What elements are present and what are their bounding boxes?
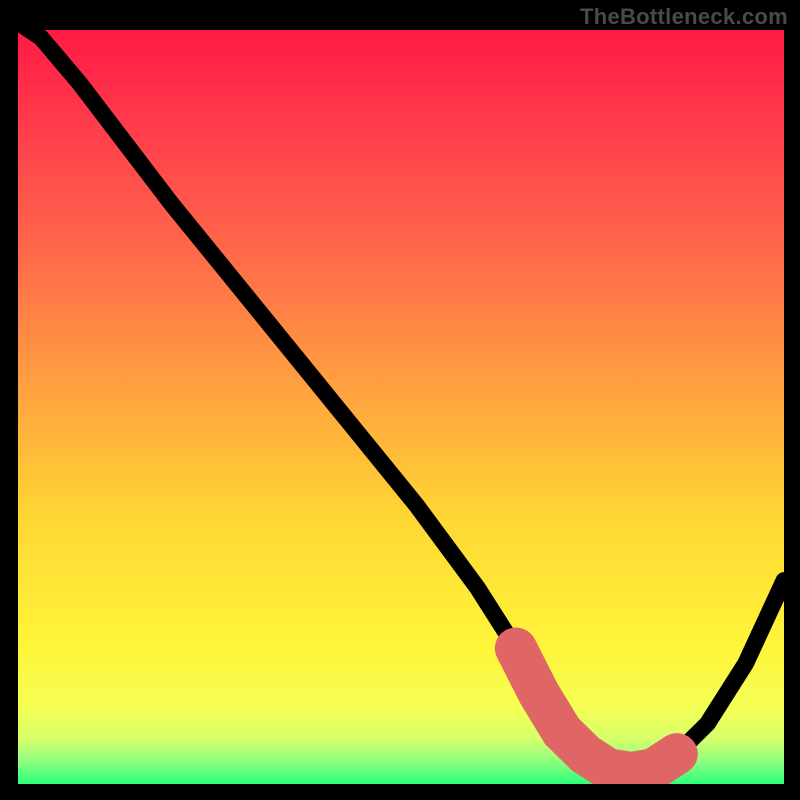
- chart-marker-dot: [601, 762, 615, 776]
- chart-marker-segment: [516, 648, 677, 772]
- chart-marker-dot: [555, 724, 569, 738]
- chart-marker-dot: [624, 766, 638, 780]
- chart-marker-dot: [647, 762, 661, 776]
- chart-marker-dot: [670, 747, 684, 761]
- chart-marker-dot: [578, 747, 592, 761]
- chart-marker-dot: [509, 641, 523, 655]
- chart-curve: [18, 30, 784, 773]
- watermark-label: TheBottleneck.com: [580, 4, 788, 30]
- chart-plot-area: [16, 28, 786, 786]
- chart-svg-layer: [18, 30, 784, 784]
- chart-marker-dot: [532, 687, 546, 701]
